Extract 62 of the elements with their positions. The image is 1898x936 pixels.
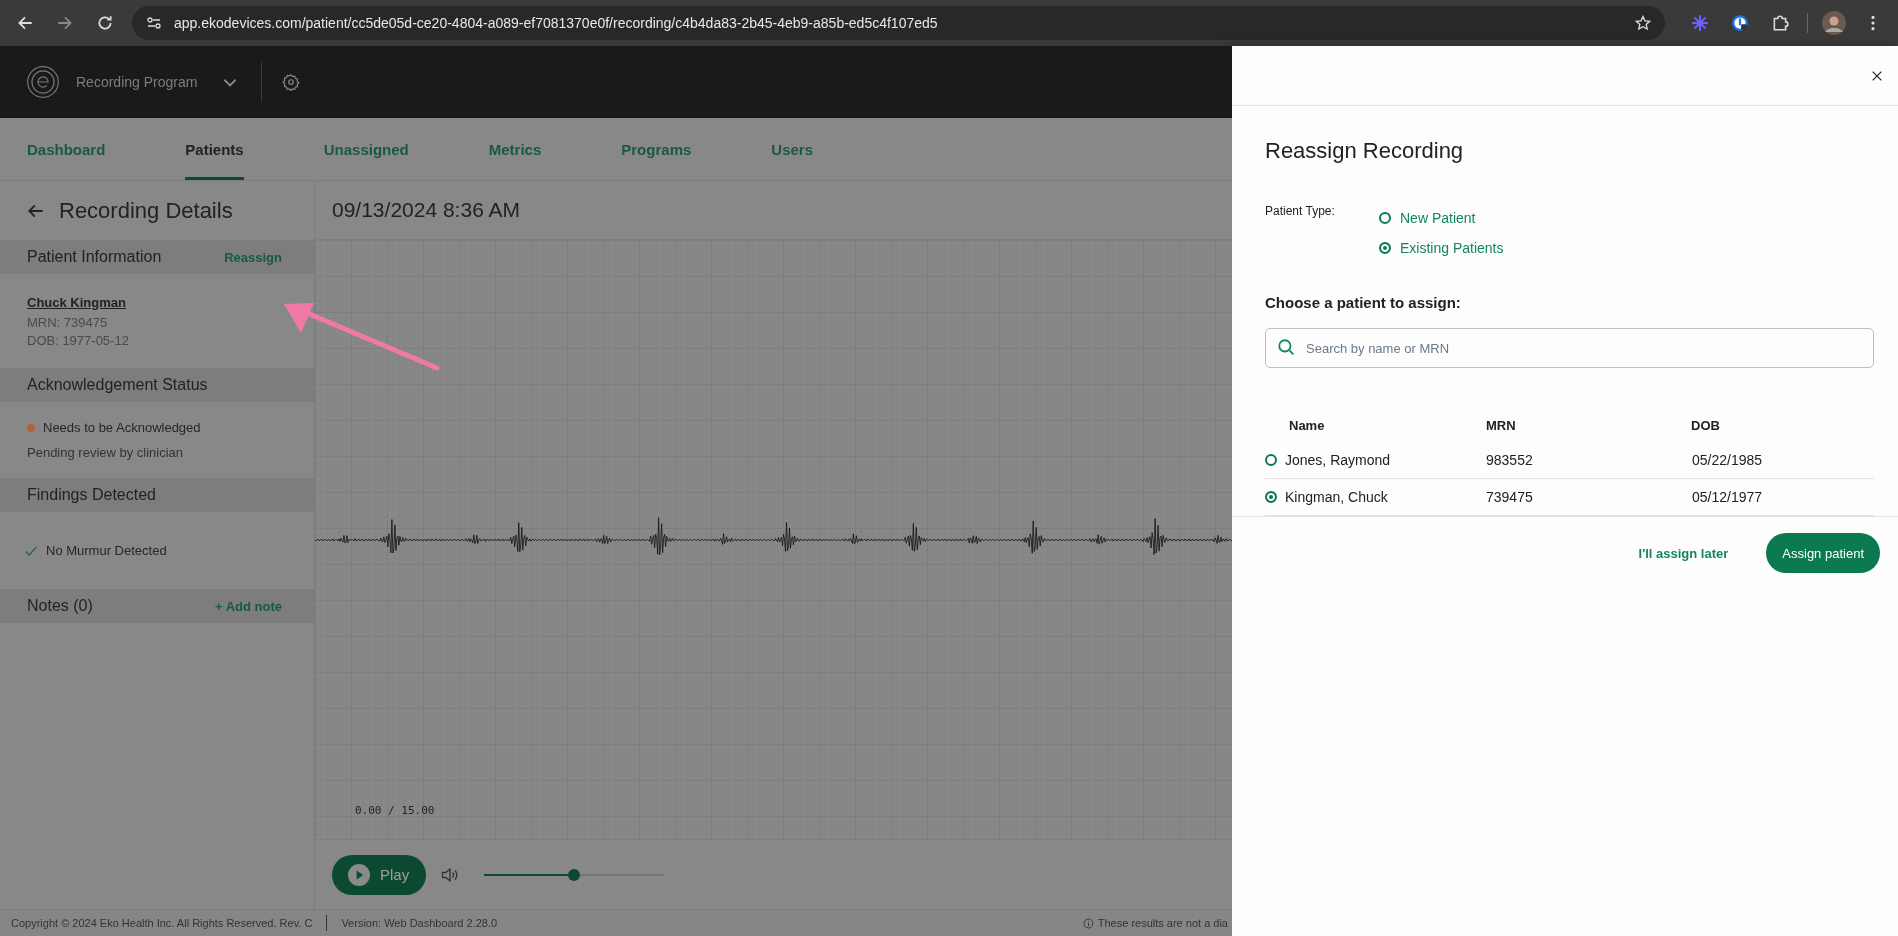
bookmark-star-icon[interactable] (1635, 15, 1651, 31)
back-icon[interactable] (16, 14, 34, 32)
patient-name-link[interactable]: Chuck Kingman (27, 294, 314, 310)
patient-row[interactable]: Jones, Raymond 983552 05/22/1985 (1265, 442, 1874, 479)
column-header: DOB (1691, 417, 1720, 433)
patient-name-cell: Kingman, Chuck (1285, 489, 1388, 505)
row-radio[interactable] (1265, 454, 1277, 466)
reload-icon[interactable] (96, 14, 114, 32)
logo-icon (26, 65, 60, 99)
section-title: Acknowledgement Status (27, 376, 208, 394)
search-icon (1277, 338, 1295, 356)
sunburst-extension-icon[interactable] (1691, 14, 1709, 32)
settings-icon[interactable] (282, 73, 301, 91)
search-field[interactable]: Search by name or MRN (1265, 328, 1874, 368)
play-icon (348, 863, 370, 886)
patient-name-cell: Jones, Raymond (1285, 452, 1391, 468)
assign-later-button[interactable]: I'll assign later (1632, 544, 1735, 562)
password-extension-icon[interactable] (1731, 14, 1749, 32)
column-header: Name (1289, 417, 1326, 433)
nav-tab[interactable]: Users (771, 118, 813, 180)
mrn-text: MRN: 739475 (27, 314, 109, 330)
assign-patient-button[interactable]: Assign patient (1766, 533, 1880, 573)
copyright-text: Copyright © 2024 Eko Health Inc. All Rights Reserved. Rev. C (11, 917, 313, 929)
nav-tab[interactable]: Patients (185, 118, 244, 180)
column-header: MRN (1486, 417, 1517, 433)
nav-tab[interactable]: Metrics (488, 118, 542, 180)
mrn-cell-text: 739475 (1486, 489, 1534, 505)
forward-icon[interactable] (56, 14, 74, 32)
dob-text: DOB: 1977-05-12 (27, 332, 130, 348)
section-title: Notes (0) (27, 597, 93, 615)
patient-type-label: Patient Type: (1265, 204, 1336, 220)
patient-type-radio[interactable]: Existing Patients (1379, 240, 1504, 256)
page-title: Recording Details (59, 197, 233, 224)
dob-cell: 05/12/1977 (1692, 489, 1763, 505)
version-text: Version: Web Dashboard 2.28.0 (341, 917, 498, 929)
drawer-title: Reassign Recording (1265, 138, 1465, 164)
volume-thumb[interactable] (568, 868, 581, 881)
section-title: Patient Information (27, 248, 162, 266)
section-title: Findings Detected (27, 486, 156, 504)
choose-patient-label: Choose a patient to assign: (1265, 294, 1462, 311)
nav-tab[interactable]: Dashboard (27, 118, 106, 180)
nav-tab[interactable]: Programs (621, 118, 692, 180)
row-radio[interactable] (1265, 491, 1277, 503)
program-dropdown[interactable]: Recording Program (76, 73, 240, 91)
puzzle-icon[interactable] (1771, 14, 1789, 32)
playback-time: 0.00 / 15.00 (355, 804, 435, 817)
patient-type-radio[interactable]: New Patient (1379, 210, 1504, 226)
nav-tab[interactable]: Unassigned (323, 118, 409, 180)
url-text: app.ekodevices.com/patient/cc5de05d-ce20-4804-a089-ef7081370e0f/recording/c4b4da83-2b45-4eb9-a85b-ed5c4f107ed5 (174, 15, 939, 31)
status-note: Pending review by clinician (27, 445, 185, 460)
recording-timestamp: 09/13/2024 8:36 AM (332, 198, 520, 222)
disclaimer-text: These results are not a dia (1097, 917, 1228, 929)
site-settings-icon[interactable] (146, 15, 162, 31)
address-bar[interactable]: app.ekodevices.com/patient/cc5de05d-ce20-4804-a089-ef7081370e0f/recording/c4b4da83-2b45-4eb9-a85b-ed5c4f107ed5 (132, 6, 1665, 40)
play-button[interactable]: Play (332, 854, 427, 895)
info-icon (1082, 917, 1094, 929)
avatar-icon[interactable] (1822, 11, 1846, 35)
mrn-cell-text: 983552 (1486, 452, 1534, 468)
patient-row[interactable]: Kingman, Chuck 739475 05/12/1977 (1265, 479, 1874, 516)
dob-cell: 05/22/1985 (1692, 452, 1763, 468)
status-text: Needs to be Acknowledged (43, 420, 201, 435)
finding-text: No Murmur Detected (46, 543, 167, 558)
